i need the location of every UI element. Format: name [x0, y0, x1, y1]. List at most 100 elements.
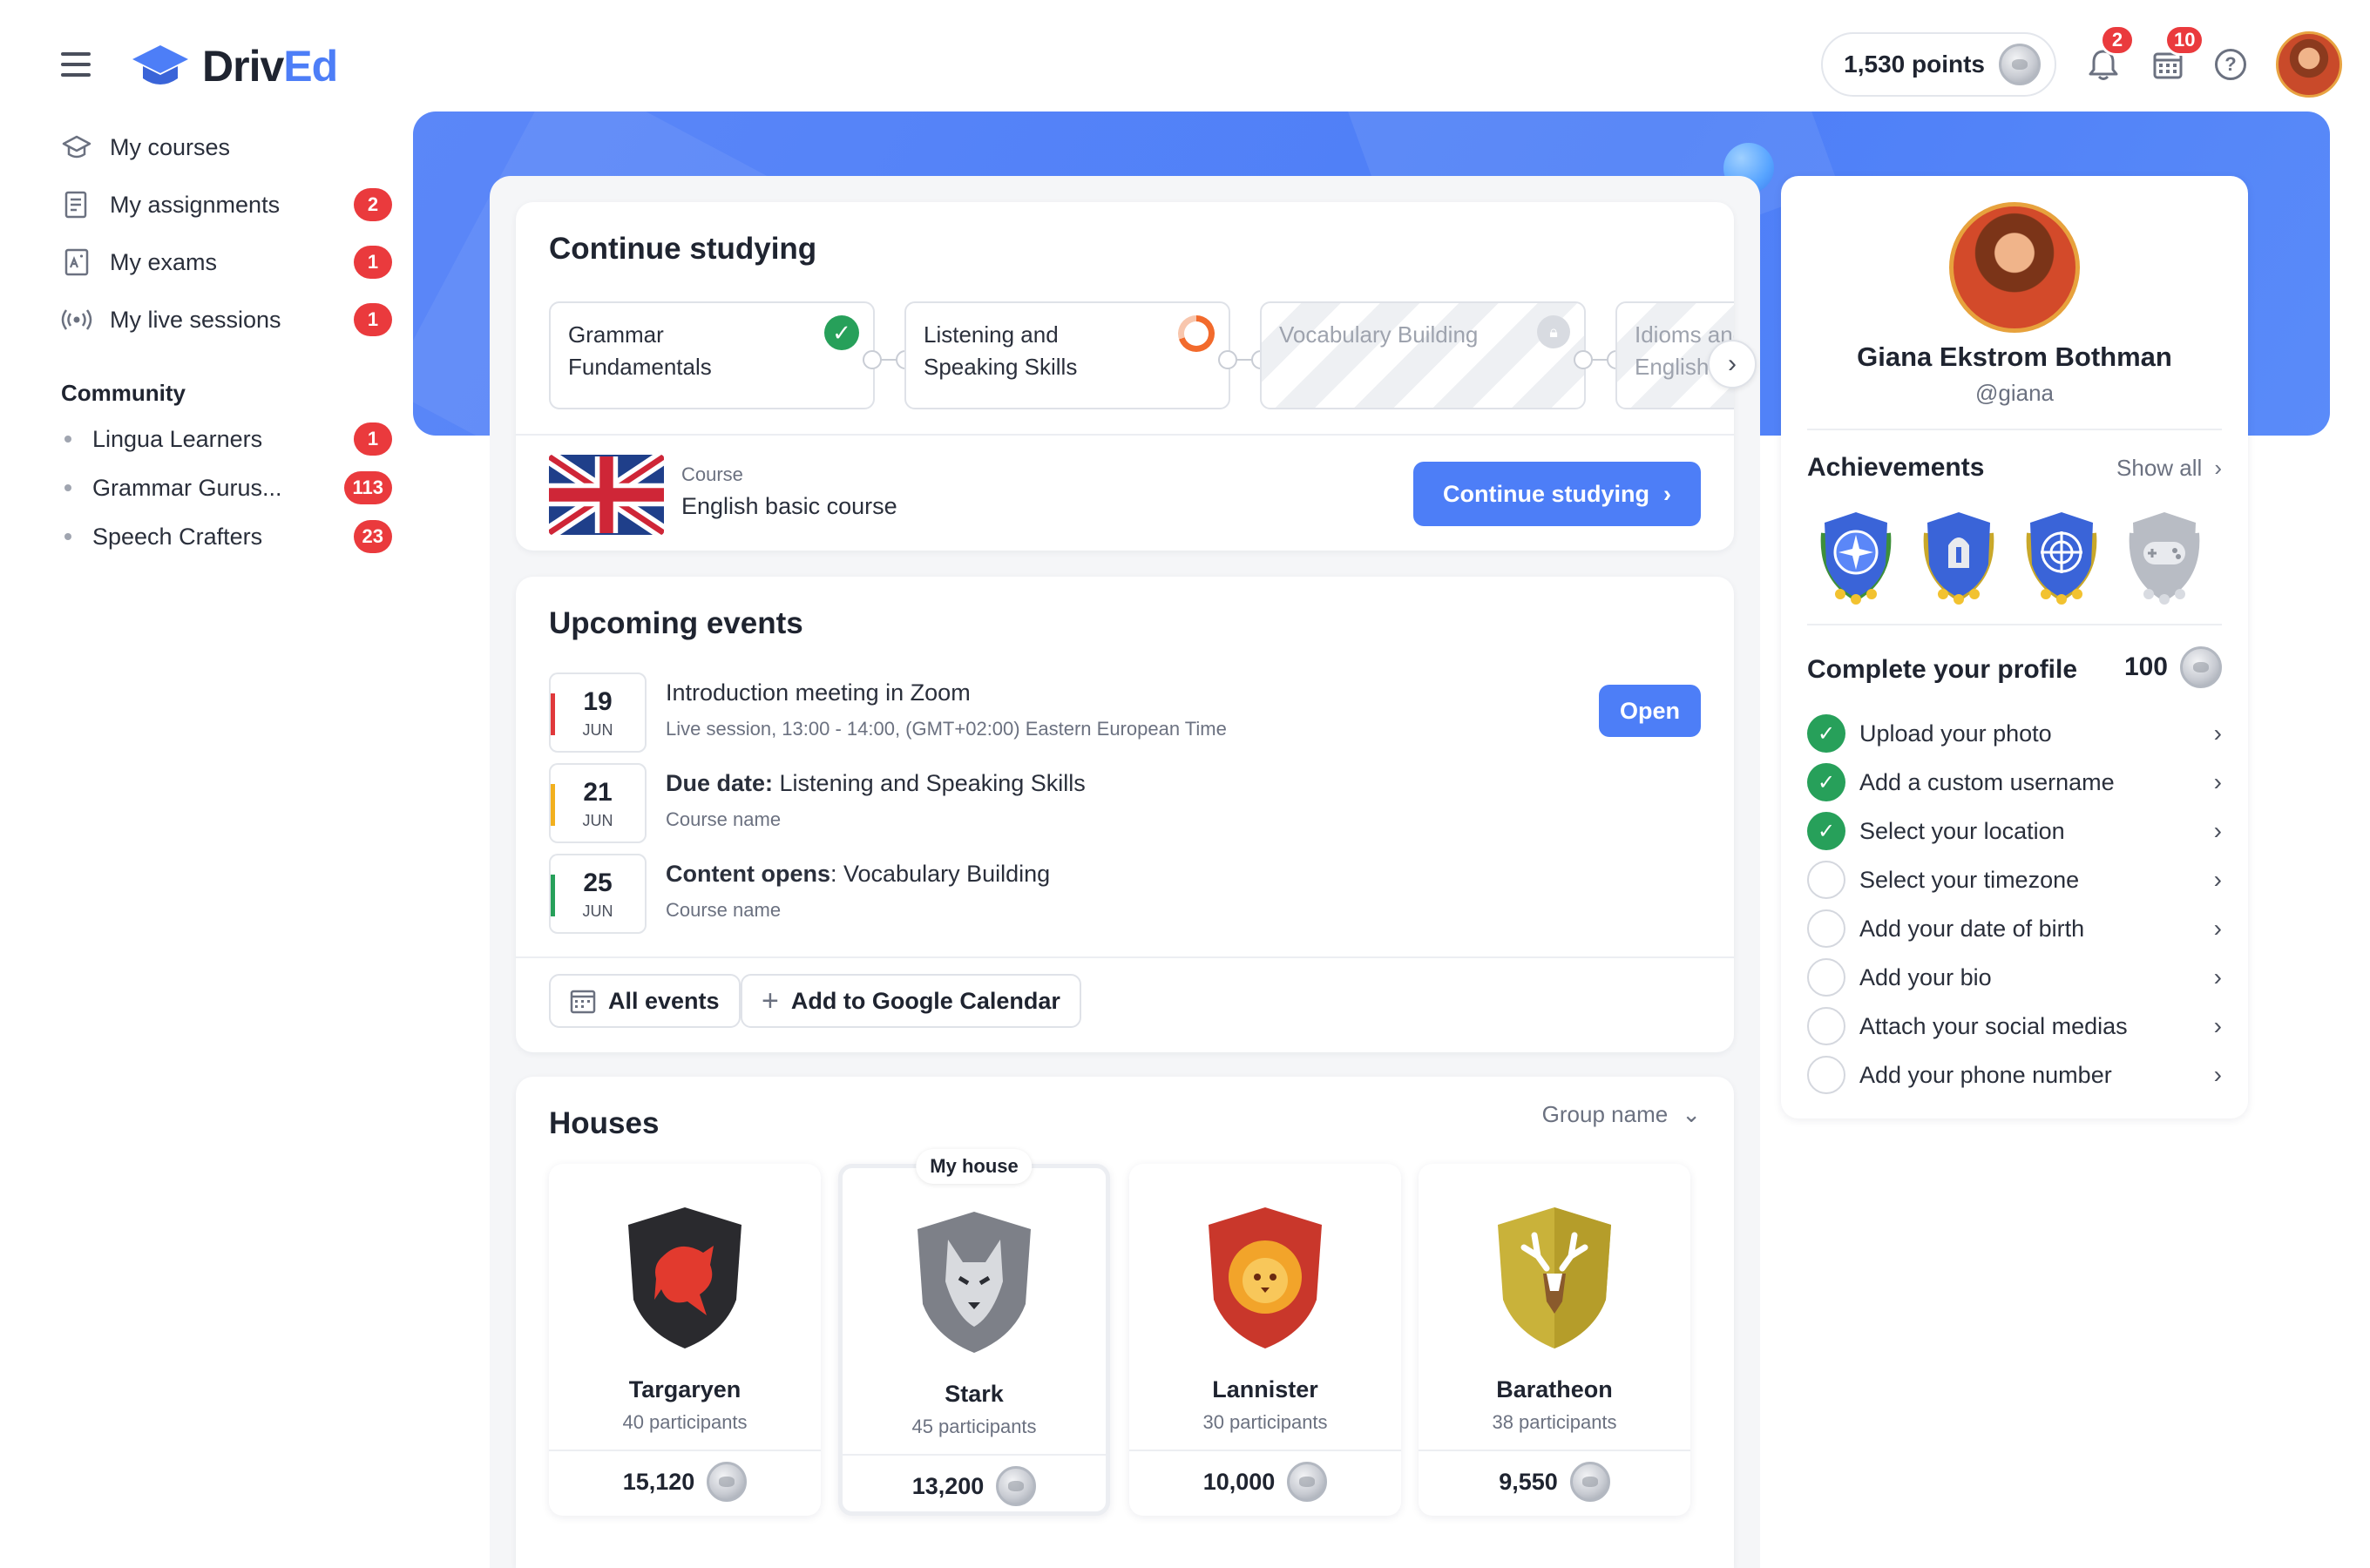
profile-name: Giana Ekstrom Bothman	[1857, 341, 2172, 372]
continue-studying-title: Continue studying	[549, 232, 817, 266]
houses-card: Houses Group name ⌄ Targaryen 40 particip…	[516, 1077, 1734, 1568]
points-pill[interactable]: 1,530 points	[1821, 32, 2056, 97]
house-participants: 45 participants	[911, 1416, 1037, 1437]
chevron-right-icon: ›	[2213, 720, 2222, 747]
profile-avatar[interactable]	[1949, 202, 2080, 333]
event-subtitle: Live session, 13:00 - 14:00, (GMT+02:00)…	[666, 718, 1227, 740]
bullet-dot	[64, 436, 71, 443]
upcoming-events-title: Upcoming events	[549, 606, 803, 640]
bullet-dot	[64, 484, 71, 491]
notifications-badge: 2	[2100, 24, 2135, 56]
connector-dot	[863, 350, 882, 369]
house-name: Baratheon	[1496, 1376, 1613, 1402]
profile-task[interactable]: ✓ Upload your photo ›	[1807, 713, 2222, 754]
house-card-targaryen[interactable]: Targaryen 40 participants 15,120	[549, 1164, 821, 1516]
drived-logo[interactable]: DrivEd	[131, 35, 338, 98]
event-row[interactable]: 19 JUN Introduction meeting in Zoom Live…	[549, 672, 1701, 753]
house-name: Targaryen	[628, 1376, 741, 1402]
lesson-card-grammar[interactable]: Grammar Fundamentals ✓	[549, 301, 875, 409]
event-date: 21 JUN	[549, 763, 647, 843]
house-card-baratheon[interactable]: Baratheon 38 participants 9,550	[1419, 1164, 1690, 1516]
event-title: Due date: Listening and Speaking Skills	[666, 770, 1086, 796]
chevron-right-icon: ›	[2213, 1061, 2222, 1088]
check-icon: ✓	[1807, 763, 1845, 801]
house-name: Lannister	[1212, 1376, 1318, 1402]
calendar-badge: 10	[2164, 24, 2205, 56]
empty-circle-icon	[1807, 958, 1845, 997]
calendar-button[interactable]: 10	[2150, 24, 2205, 82]
community-item-speech-crafters[interactable]: Speech Crafters 23	[61, 512, 392, 561]
house-card-lannister[interactable]: Lannister 30 participants 10,000	[1129, 1164, 1401, 1516]
lesson-card-listening[interactable]: Listening and Speaking Skills	[904, 301, 1230, 409]
profile-task[interactable]: ✓ Add a custom username ›	[1807, 761, 2222, 803]
assignment-icon	[61, 189, 92, 220]
community-item-label: Grammar Gurus...	[92, 474, 282, 501]
lesson-card-vocabulary[interactable]: Vocabulary Building 🔒︎	[1260, 301, 1586, 409]
event-title: Introduction meeting in Zoom	[666, 679, 971, 706]
continue-studying-button[interactable]: Continue studying ›	[1413, 462, 1701, 526]
event-row[interactable]: 25 JUN Content opens: Vocabulary Buildin…	[549, 854, 1701, 934]
event-date: 25 JUN	[549, 854, 647, 934]
sidebar-item-my-assignments[interactable]: My assignments 2	[61, 176, 392, 233]
house-score: 13,200	[843, 1466, 1106, 1506]
bullet-dot	[64, 533, 71, 540]
community-item-grammar-gurus[interactable]: Grammar Gurus... 113	[61, 463, 392, 512]
help-icon[interactable]: ?	[2215, 49, 2246, 80]
group-name-dropdown[interactable]: Group name ⌄	[1542, 1101, 1701, 1128]
house-name: Stark	[945, 1381, 1004, 1407]
community-item-label: Lingua Learners	[92, 425, 263, 452]
event-date: 19 JUN	[549, 672, 647, 753]
all-events-button[interactable]: All events	[549, 974, 741, 1028]
continue-studying-card: Continue studying Grammar Fundamentals ✓…	[516, 202, 1757, 551]
check-icon: ✓	[1807, 714, 1845, 753]
lion-shield-icon	[1209, 1207, 1322, 1348]
course-label: Course	[681, 463, 743, 485]
course-name: English basic course	[681, 493, 897, 519]
empty-circle-icon	[1807, 861, 1845, 899]
chevron-right-icon: ›	[2213, 1012, 2222, 1039]
dragon-shield-icon	[628, 1207, 741, 1348]
event-row[interactable]: 21 JUN Due date: Listening and Speaking …	[549, 763, 1701, 843]
profile-task[interactable]: Add your phone number ›	[1807, 1054, 2222, 1096]
sidebar-item-my-exams[interactable]: My exams 1	[61, 233, 392, 291]
chevron-right-icon: ›	[2213, 768, 2222, 795]
gamepad-badge-icon	[2129, 512, 2200, 605]
show-all-link[interactable]: Show all ›	[2116, 455, 2222, 482]
house-score: 10,000	[1129, 1462, 1401, 1502]
chevron-down-icon: ⌄	[1682, 1101, 1701, 1127]
stag-shield-icon	[1498, 1207, 1611, 1348]
sidebar-item-label: My courses	[110, 133, 231, 160]
plus-icon: +	[762, 983, 779, 1017]
empty-circle-icon	[1807, 1007, 1845, 1045]
event-subtitle: Course name	[666, 808, 782, 830]
sidebar-item-my-live-sessions[interactable]: My live sessions 1	[61, 291, 392, 348]
live-sessions-count-badge: 1	[354, 303, 392, 336]
open-event-button[interactable]: Open	[1598, 685, 1701, 737]
profile-task[interactable]: Add your date of birth ›	[1807, 908, 2222, 950]
community-item-lingua-learners[interactable]: Lingua Learners 1	[61, 415, 392, 463]
achievements-title: Achievements	[1807, 453, 1985, 482]
house-card-stark[interactable]: My house Stark 45 participants 13,200	[838, 1149, 1110, 1516]
points-value: 1,530 points	[1844, 51, 1985, 78]
community-count-badge: 113	[343, 471, 392, 504]
profile-panel: Giana Ekstrom Bothman @giana Achievement…	[1781, 176, 2248, 1119]
chevron-right-icon: ›	[1663, 480, 1671, 507]
chevron-right-icon: ›	[2214, 455, 2222, 481]
chevron-right-icon: ›	[2213, 963, 2222, 990]
coin-icon	[996, 1466, 1037, 1506]
profile-task[interactable]: Add your bio ›	[1807, 956, 2222, 998]
community-count-badge: 1	[354, 422, 392, 456]
lesson-label: Grammar Fundamentals	[568, 321, 712, 380]
houses-title: Houses	[549, 1106, 660, 1140]
notifications-button[interactable]: 2	[2086, 24, 2135, 82]
profile-task[interactable]: ✓ Select your location ›	[1807, 810, 2222, 852]
add-to-google-calendar-button[interactable]: + Add to Google Calendar	[741, 974, 1081, 1028]
warrior-badge-icon	[1923, 512, 1994, 605]
lessons-next-chevron-icon[interactable]: ›	[1708, 340, 1757, 389]
user-avatar[interactable]	[2276, 31, 2342, 98]
profile-task[interactable]: Attach your social medias ›	[1807, 1005, 2222, 1047]
profile-task[interactable]: Select your timezone ›	[1807, 859, 2222, 901]
hamburger-menu-icon[interactable]	[61, 52, 91, 77]
sidebar-item-my-courses[interactable]: My courses	[61, 118, 392, 176]
graduation-cap-logo-icon	[132, 45, 188, 84]
